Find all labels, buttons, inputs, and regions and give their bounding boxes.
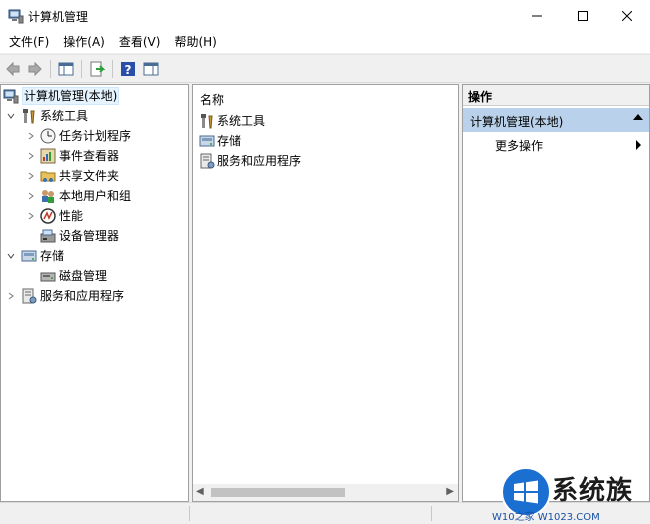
tree-item-label: 存储: [40, 249, 65, 263]
svg-text:?: ?: [125, 63, 132, 77]
menu-file[interactable]: 文件(F): [0, 31, 56, 53]
close-button[interactable]: [604, 0, 650, 31]
tree-item-services-apps[interactable]: 服务和应用程序: [5, 286, 124, 306]
menu-help[interactable]: 帮助(H): [167, 31, 223, 53]
actions-group-computer-management[interactable]: 计算机管理(本地): [463, 108, 649, 132]
menu-action[interactable]: 操作(A): [56, 31, 112, 53]
tree-item-shared-folders[interactable]: 共享文件夹: [25, 166, 119, 186]
tree-item-label: 系统工具: [40, 109, 89, 123]
tree-item-label: 计算机管理(本地): [22, 87, 120, 105]
list-item[interactable]: 系统工具: [199, 111, 265, 131]
tree-item-label: 事件查看器: [59, 149, 120, 163]
toolbar: ?: [0, 54, 650, 83]
tree-item-task-scheduler[interactable]: 任务计划程序: [25, 126, 131, 146]
chevron-right-icon[interactable]: [25, 186, 37, 206]
list-item-label: 服务和应用程序: [217, 154, 302, 168]
chevron-right-icon[interactable]: [5, 286, 17, 306]
tree-item-computer-management[interactable]: 计算机管理(本地): [3, 86, 120, 106]
help-icon[interactable]: ?: [118, 59, 138, 79]
actions-pane: 操作 计算机管理(本地) 更多操作: [462, 84, 650, 502]
tree-item-label: 性能: [59, 209, 84, 223]
chevron-right-icon[interactable]: [25, 146, 37, 166]
chevron-down-icon[interactable]: [5, 246, 17, 266]
storage-icon: [21, 248, 37, 264]
minimize-button[interactable]: [514, 0, 560, 31]
clock-icon: [40, 128, 56, 144]
tree-item-label: 服务和应用程序: [40, 289, 125, 303]
tree-item-event-viewer[interactable]: 事件查看器: [25, 146, 119, 166]
computer-management-icon: [3, 88, 19, 104]
event-viewer-icon: [40, 148, 56, 164]
tree-item-storage[interactable]: 存储: [5, 246, 64, 266]
window-title: 计算机管理: [28, 10, 89, 24]
menu-bar: 文件(F) 操作(A) 查看(V) 帮助(H): [0, 31, 650, 53]
actions-group-label: 计算机管理(本地): [470, 115, 564, 129]
scroll-left-icon[interactable]: ◀: [196, 486, 204, 497]
collapse-up-icon[interactable]: [633, 114, 643, 120]
storage-icon: [199, 133, 215, 149]
forward-icon[interactable]: [25, 59, 45, 79]
tree-item-device-manager[interactable]: 设备管理器: [37, 226, 119, 246]
show-hide-tree-icon[interactable]: [56, 59, 76, 79]
tree-item-label: 本地用户和组: [59, 189, 132, 203]
list-item-label: 系统工具: [217, 114, 266, 128]
watermark: 系统族 W10之家 W1023.COM: [492, 466, 650, 523]
tree-item-label: 共享文件夹: [59, 169, 120, 183]
watermark-url: W10之家 W1023.COM: [492, 512, 600, 523]
actions-header: 操作: [463, 85, 649, 106]
chevron-right-icon[interactable]: [25, 166, 37, 186]
scroll-right-icon[interactable]: ▶: [446, 486, 454, 497]
show-hide-action-pane-icon[interactable]: [141, 59, 161, 79]
tools-icon: [21, 108, 37, 124]
chevron-right-icon[interactable]: [25, 206, 37, 226]
actions-header-label: 操作: [468, 90, 493, 104]
services-icon: [21, 288, 37, 304]
back-icon[interactable]: [3, 59, 23, 79]
shared-folder-icon: [40, 168, 56, 184]
tree-item-label: 磁盘管理: [59, 269, 108, 283]
tree-item-disk-management[interactable]: 磁盘管理: [37, 266, 107, 286]
tree-item-system-tools[interactable]: 系统工具: [5, 106, 88, 126]
chevron-right-icon[interactable]: [25, 126, 37, 146]
maximize-button[interactable]: [560, 0, 606, 31]
horizontal-scrollbar[interactable]: ◀ ▶: [193, 484, 458, 501]
list-item-label: 存储: [217, 134, 242, 148]
performance-icon: [40, 208, 56, 224]
device-manager-icon: [40, 228, 56, 244]
watermark-brand: 系统族: [552, 476, 634, 506]
tree-item-label: 设备管理器: [59, 229, 120, 243]
export-list-icon[interactable]: [87, 59, 107, 79]
scrollbar-thumb[interactable]: [211, 488, 345, 497]
services-icon: [199, 153, 215, 169]
submenu-arrow-icon[interactable]: [636, 140, 641, 150]
more-actions-item[interactable]: 更多操作: [495, 137, 543, 154]
computer-management-icon: [8, 8, 24, 24]
results-pane[interactable]: 名称 系统工具 存储 服务和应用程序 ◀ ▶: [192, 84, 459, 502]
tree-item-performance[interactable]: 性能: [25, 206, 83, 226]
chevron-down-icon[interactable]: [5, 106, 17, 126]
menu-view[interactable]: 查看(V): [112, 31, 168, 53]
users-icon: [40, 188, 56, 204]
tree-item-label: 任务计划程序: [59, 129, 132, 143]
tools-icon: [199, 113, 215, 129]
column-header-name[interactable]: 名称: [200, 91, 224, 108]
disk-icon: [40, 268, 56, 284]
console-tree-pane[interactable]: 计算机管理(本地) 系统工具 任务计划程序 事件查看器 共享文件夹 本地用户和组…: [0, 84, 189, 502]
tree-item-local-users-groups[interactable]: 本地用户和组: [25, 186, 131, 206]
title-bar: 计算机管理: [0, 0, 650, 31]
list-item[interactable]: 存储: [199, 131, 241, 151]
list-item[interactable]: 服务和应用程序: [199, 151, 301, 171]
